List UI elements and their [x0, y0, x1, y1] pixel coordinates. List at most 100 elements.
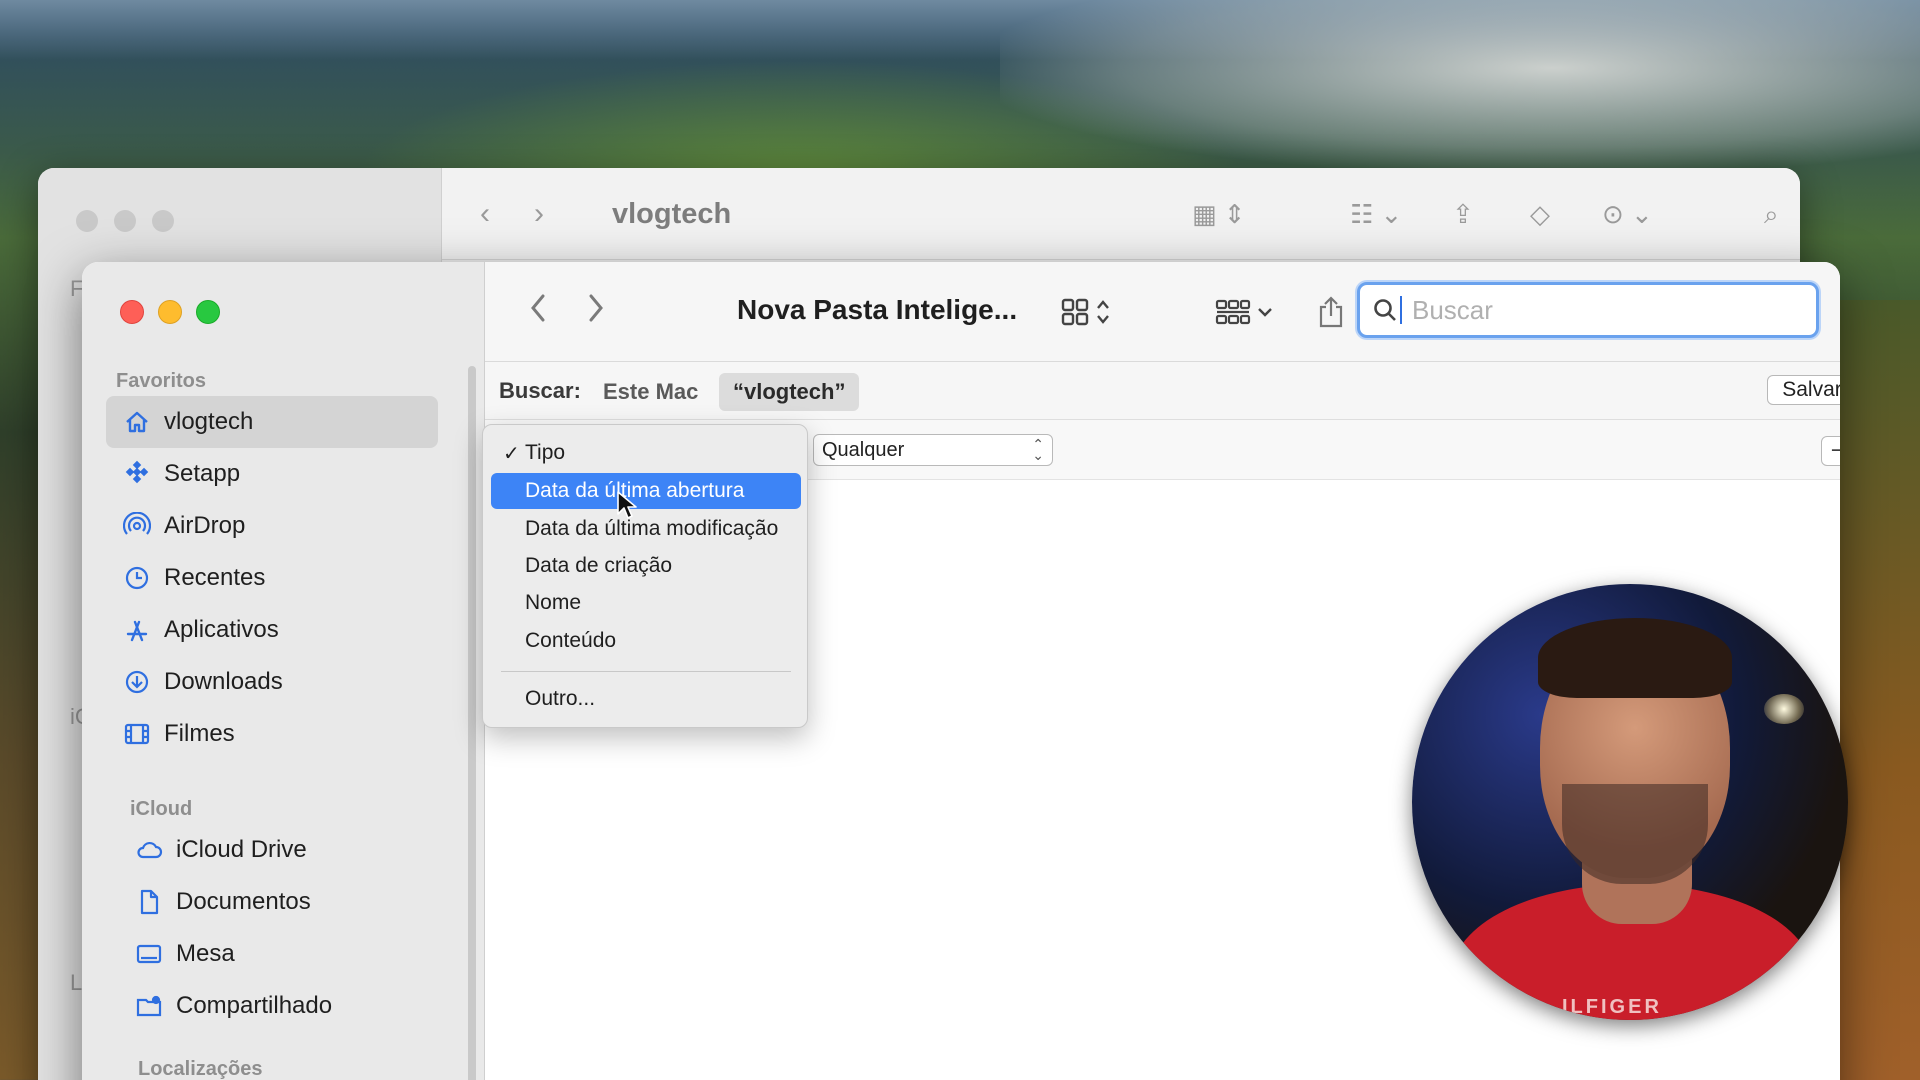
document-icon — [134, 887, 164, 917]
remove-criteria-button[interactable]: − — [1821, 436, 1840, 466]
setapp-icon — [122, 459, 152, 489]
clock-icon — [122, 563, 152, 593]
sidebar-item-label: Mesa — [176, 940, 235, 967]
menu-item-conteudo[interactable]: Conteúdo — [491, 623, 801, 659]
back-tag-icon[interactable]: ◇ — [1530, 194, 1550, 234]
menu-item-label: Conteúdo — [525, 629, 617, 652]
menu-item-data-ultima-abertura[interactable]: Data da última abertura — [491, 473, 801, 509]
presenter-hair — [1538, 618, 1732, 698]
back-group-icon[interactable]: ☷ ⌄ — [1350, 194, 1402, 234]
menu-item-label: Tipo — [525, 441, 566, 464]
back-close-button[interactable] — [76, 210, 98, 232]
group-button[interactable] — [1215, 292, 1273, 332]
search-field[interactable] — [1357, 282, 1819, 338]
grid-view-icon — [1061, 298, 1089, 326]
back-more-icon[interactable]: ⊙ ⌄ — [1602, 194, 1653, 234]
sidebar-item-aplicativos[interactable]: Aplicativos — [106, 604, 438, 656]
film-icon — [122, 719, 152, 749]
minimize-button[interactable] — [158, 300, 182, 324]
menu-item-outro[interactable]: Outro... — [491, 681, 801, 717]
sidebar-item-downloads[interactable]: Downloads — [106, 656, 438, 708]
sidebar-item-setapp[interactable]: Setapp — [106, 448, 438, 500]
sidebar-item-vlogtech[interactable]: vlogtech — [106, 396, 438, 448]
home-icon — [122, 407, 152, 437]
chevron-updown-icon — [1097, 300, 1109, 324]
close-button[interactable] — [120, 300, 144, 324]
share-icon — [1319, 296, 1343, 328]
menu-item-label: Nome — [525, 591, 582, 614]
updown-arrows-icon: ⌃ ⌄ — [1032, 436, 1044, 463]
airdrop-icon — [122, 511, 152, 541]
checkmark-icon: ✓ — [503, 442, 520, 465]
back-nav-back-icon[interactable]: ‹ — [480, 194, 490, 234]
menu-item-tipo[interactable]: ✓ Tipo — [491, 435, 801, 471]
sidebar: Favoritos vlogtech Setapp AirDrop Recent… — [82, 262, 485, 1080]
scope-option-vlogtech[interactable]: “vlogtech” — [719, 373, 860, 411]
back-button[interactable] — [523, 292, 553, 332]
scope-option-this-mac[interactable]: Este Mac — [589, 373, 712, 411]
toolbar: Nova Pasta Intelige... — [485, 262, 1840, 362]
sidebar-item-label: Filmes — [164, 720, 235, 747]
mouse-pointer-icon — [617, 491, 637, 519]
sidebar-item-icloud-drive[interactable]: iCloud Drive — [118, 824, 450, 876]
cloud-icon — [134, 835, 164, 865]
back-sidebar-letter: L — [70, 970, 83, 995]
menu-item-nome[interactable]: Nome — [491, 585, 801, 621]
search-input[interactable] — [1412, 294, 1792, 326]
favorites-header: Favoritos — [116, 370, 207, 392]
sidebar-scrollbar[interactable] — [468, 366, 476, 1080]
menu-item-data-criacao[interactable]: Data de criação — [491, 548, 801, 584]
sidebar-item-label: AirDrop — [164, 512, 246, 539]
search-icon — [1374, 299, 1396, 321]
back-view-grid-icon[interactable]: ▦ ⇕ — [1192, 194, 1246, 234]
chevron-down-icon — [1258, 308, 1272, 317]
wallpaper-fog — [1000, 0, 1920, 170]
download-icon — [122, 667, 152, 697]
share-button[interactable] — [1317, 292, 1345, 332]
sidebar-item-recentes[interactable]: Recentes — [106, 552, 438, 604]
save-button[interactable]: Salvar — [1767, 375, 1840, 405]
desktop-icon — [134, 939, 164, 969]
back-share-icon[interactable]: ⇪ — [1452, 194, 1474, 234]
sidebar-item-label: Recentes — [164, 564, 266, 591]
menu-item-label: Data da última modificação — [525, 517, 779, 540]
view-mode-button[interactable] — [1060, 292, 1110, 332]
window-title: Nova Pasta Intelige... — [737, 294, 1018, 325]
back-nav-forward-icon[interactable]: › — [534, 194, 544, 234]
sidebar-item-compartilhado[interactable]: Compartilhado — [118, 980, 450, 1032]
shared-folder-icon — [134, 991, 164, 1021]
forward-button[interactable] — [581, 292, 611, 332]
presenter-beard — [1562, 784, 1708, 884]
back-toolbar: ‹ › vlogtech ▦ ⇕ ☷ ⌄ ⇪ ◇ ⊙ ⌄ ⌕ — [442, 168, 1800, 260]
sidebar-item-label: vlogtech — [164, 408, 254, 435]
zoom-button[interactable] — [196, 300, 220, 324]
text-caret — [1400, 296, 1402, 324]
back-minimize-button[interactable] — [114, 210, 136, 232]
sidebar-item-filmes[interactable]: Filmes — [106, 708, 438, 760]
sidebar-item-label: iCloud Drive — [176, 836, 307, 863]
sidebar-item-label: Downloads — [164, 668, 283, 695]
shirt-logo-text: ILFIGER — [1562, 996, 1662, 1018]
back-search-icon[interactable]: ⌕ — [1764, 194, 1779, 234]
sidebar-item-label: Setapp — [164, 460, 241, 487]
sidebar-item-label: Aplicativos — [164, 616, 279, 643]
icloud-header: iCloud — [130, 798, 193, 820]
search-scope-bar: Buscar: Este Mac “vlogtech” Salvar − — [485, 362, 1840, 420]
webcam-overlay: ILFIGER — [1412, 584, 1848, 1020]
apps-icon — [122, 615, 152, 645]
criteria-value-label: Qualquer — [822, 438, 905, 461]
sidebar-item-label: Compartilhado — [176, 992, 333, 1019]
criteria-value-select[interactable]: Qualquer ⌃ ⌄ — [813, 434, 1053, 466]
attribute-menu: ✓ Tipo Data da última abertura Data da ú… — [482, 424, 808, 728]
menu-separator — [501, 671, 791, 672]
scope-label: Buscar: — [499, 378, 581, 403]
background-light — [1764, 694, 1804, 724]
sidebar-item-documentos[interactable]: Documentos — [118, 876, 450, 928]
menu-item-data-ultima-modificacao[interactable]: Data da última modificação — [491, 511, 801, 547]
sidebar-item-mesa[interactable]: Mesa — [118, 928, 450, 980]
sidebar-item-airdrop[interactable]: AirDrop — [106, 500, 438, 552]
sidebar-item-label: Documentos — [176, 888, 311, 915]
back-window-title: vlogtech — [612, 198, 732, 230]
locations-header: Localizações — [138, 1058, 263, 1080]
back-zoom-button[interactable] — [152, 210, 174, 232]
